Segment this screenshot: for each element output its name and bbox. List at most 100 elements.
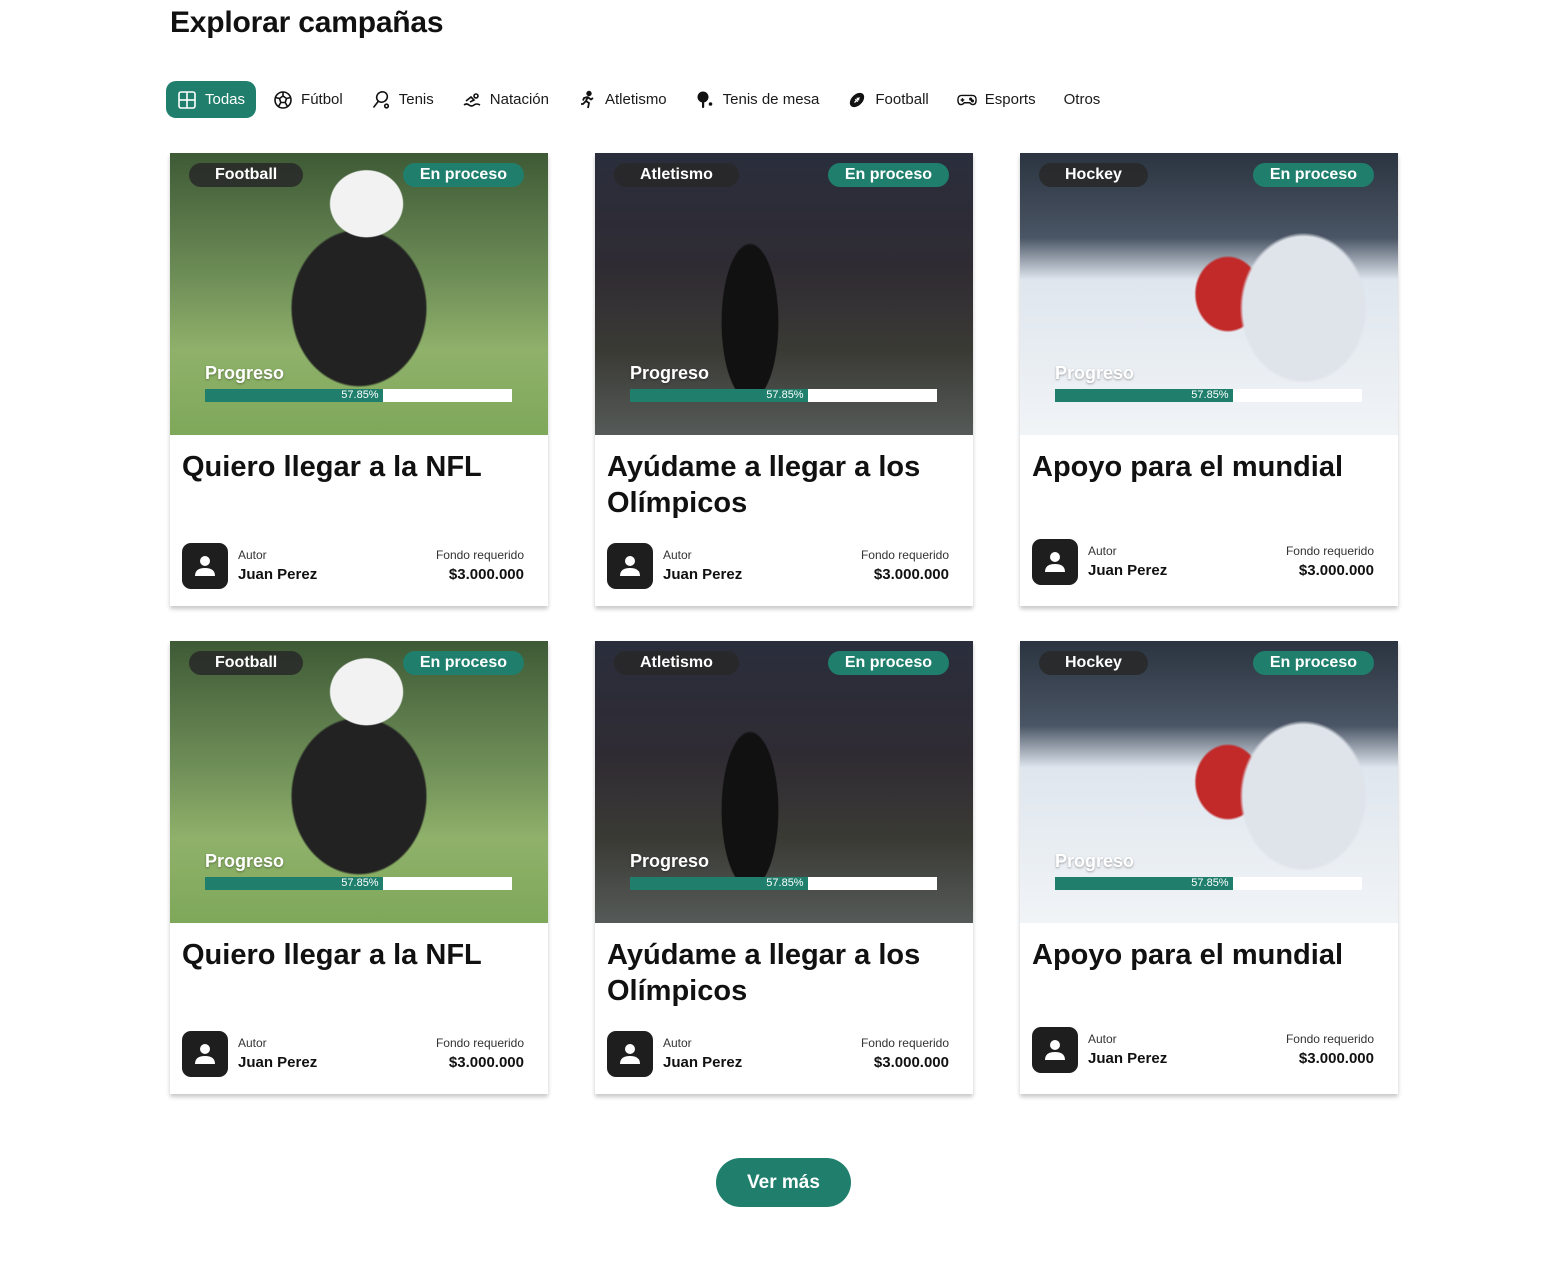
author-name: Juan Perez	[663, 1053, 743, 1071]
user-icon	[195, 556, 215, 576]
campaign-meta: Autor Juan Perez Fondo requerido $3.000.…	[1032, 539, 1374, 585]
progress-label: Progreso	[1055, 363, 1135, 383]
campaign-meta: Autor Juan Perez Fondo requerido $3.000.…	[1032, 1027, 1374, 1073]
campaign-title[interactable]: Ayúdame a llegar a los Olímpicos	[607, 937, 959, 1009]
sport-tag: Hockey	[1039, 651, 1148, 675]
fund-label: Fondo requerido	[860, 547, 949, 562]
campaign-card[interactable]: Football En proceso Progreso 57.85% Quie…	[170, 153, 548, 606]
sport-tag: Football	[189, 651, 304, 675]
progress-label: Progreso	[205, 851, 285, 871]
filter-futbol[interactable]: Fútbol	[262, 81, 354, 118]
progress-label: Progreso	[1055, 851, 1135, 871]
author-label: Autor	[238, 547, 267, 562]
user-icon	[620, 556, 640, 576]
author-name: Juan Perez	[1088, 561, 1168, 579]
campaign-title[interactable]: Quiero llegar a la NFL	[182, 937, 534, 973]
filter-tenis[interactable]: Tenis	[360, 81, 445, 118]
progress-label: Progreso	[205, 363, 285, 383]
progress-fill: 57.85%	[1055, 389, 1233, 402]
fund-label: Fondo requerido	[860, 1035, 949, 1050]
author-name: Juan Perez	[238, 565, 318, 583]
user-icon	[195, 1044, 215, 1064]
campaign-card[interactable]: Hockey En proceso Progreso 57.85% Apoyo …	[1020, 153, 1398, 606]
status-badge: En proceso	[1252, 651, 1374, 675]
progress-fill: 57.85%	[1055, 877, 1233, 890]
progress-fill: 57.85%	[205, 877, 383, 890]
filter-label: Fútbol	[301, 91, 343, 108]
ver-mas-button[interactable]: Ver más	[716, 1158, 851, 1207]
status-badge: En proceso	[1252, 163, 1374, 187]
campaign-meta: Autor Juan Perez Fondo requerido $3.000.…	[182, 1031, 524, 1077]
tennis-racket-icon	[372, 90, 389, 109]
progress-bar: 57.85%	[1055, 877, 1362, 890]
filter-esports[interactable]: Esports	[946, 81, 1047, 118]
category-filters: Todas Fútbol Tenis Natación Atletismo Te…	[166, 81, 1117, 118]
filter-football[interactable]: Football	[836, 81, 939, 118]
progress-bar: 57.85%	[630, 389, 937, 402]
progress-bar: 57.85%	[630, 877, 937, 890]
sport-tag: Atletismo	[614, 163, 739, 187]
filter-tenis-de-mesa[interactable]: Tenis de mesa	[684, 81, 831, 118]
campaign-image: Hockey En proceso Progreso 57.85%	[1020, 641, 1398, 923]
progress-percent: 57.85%	[766, 389, 804, 401]
progress-bar: 57.85%	[1055, 389, 1362, 402]
filter-label: Football	[875, 91, 929, 108]
status-badge: En proceso	[402, 651, 524, 675]
filter-todas[interactable]: Todas	[166, 81, 257, 118]
filter-label: Tenis de mesa	[722, 91, 820, 108]
progress-percent: 57.85%	[341, 389, 379, 401]
author-label: Autor	[663, 1035, 692, 1050]
campaign-card[interactable]: Atletismo En proceso Progreso 57.85% Ayú…	[595, 641, 973, 1094]
fund-amount: $3.000.000	[1298, 1049, 1374, 1067]
fund-amount: $3.000.000	[448, 565, 524, 583]
sport-tag: Atletismo	[614, 651, 739, 675]
filter-label: Esports	[984, 91, 1036, 108]
fund-label: Fondo requerido	[435, 547, 524, 562]
progress-percent: 57.85%	[341, 877, 379, 889]
campaign-title[interactable]: Ayúdame a llegar a los Olímpicos	[607, 449, 959, 521]
author-name: Juan Perez	[663, 565, 743, 583]
soccer-ball-icon	[274, 90, 292, 109]
fund-amount: $3.000.000	[1298, 561, 1374, 579]
campaign-meta: Autor Juan Perez Fondo requerido $3.000.…	[607, 543, 949, 589]
avatar	[1032, 1027, 1078, 1073]
filter-otros[interactable]: Otros	[1053, 81, 1112, 118]
american-football-icon	[850, 92, 865, 107]
avatar	[607, 1031, 653, 1077]
fund-label: Fondo requerido	[435, 1035, 524, 1050]
sport-tag: Hockey	[1039, 163, 1148, 187]
filter-natacion[interactable]: Natación	[451, 81, 560, 118]
avatar	[182, 543, 228, 589]
progress-fill: 57.85%	[630, 389, 808, 402]
campaign-title[interactable]: Apoyo para el mundial	[1032, 449, 1384, 485]
campaign-card[interactable]: Hockey En proceso Progreso 57.85% Apoyo …	[1020, 641, 1398, 1094]
campaign-meta: Autor Juan Perez Fondo requerido $3.000.…	[607, 1031, 949, 1077]
campaign-image: Atletismo En proceso Progreso 57.85%	[595, 641, 973, 923]
campaign-image: Atletismo En proceso Progreso 57.85%	[595, 153, 973, 435]
campaign-title[interactable]: Quiero llegar a la NFL	[182, 449, 534, 485]
sport-tag: Football	[189, 163, 304, 187]
status-badge: En proceso	[827, 651, 949, 675]
campaign-image: Hockey En proceso Progreso 57.85%	[1020, 153, 1398, 435]
campaign-card[interactable]: Atletismo En proceso Progreso 57.85% Ayú…	[595, 153, 973, 606]
progress-label: Progreso	[630, 363, 710, 383]
avatar	[182, 1031, 228, 1077]
fund-amount: $3.000.000	[448, 1053, 524, 1071]
avatar	[607, 543, 653, 589]
campaign-title[interactable]: Apoyo para el mundial	[1032, 937, 1384, 973]
campaign-image: Football En proceso Progreso 57.85%	[170, 641, 548, 923]
progress-percent: 57.85%	[766, 877, 804, 889]
campaign-card[interactable]: Football En proceso Progreso 57.85% Quie…	[170, 641, 548, 1094]
page-title: Explorar campañas	[170, 6, 444, 39]
gamepad-icon	[956, 94, 977, 105]
campaign-grid: Football En proceso Progreso 57.85% Quie…	[170, 153, 1398, 1094]
fund-amount: $3.000.000	[873, 1053, 949, 1071]
author-name: Juan Perez	[238, 1053, 318, 1071]
grid-icon	[178, 90, 196, 109]
progress-percent: 57.85%	[1191, 877, 1229, 889]
status-badge: En proceso	[827, 163, 949, 187]
author-name: Juan Perez	[1088, 1049, 1168, 1067]
progress-label: Progreso	[630, 851, 710, 871]
author-label: Autor	[1088, 543, 1117, 558]
filter-atletismo[interactable]: Atletismo	[566, 81, 678, 118]
